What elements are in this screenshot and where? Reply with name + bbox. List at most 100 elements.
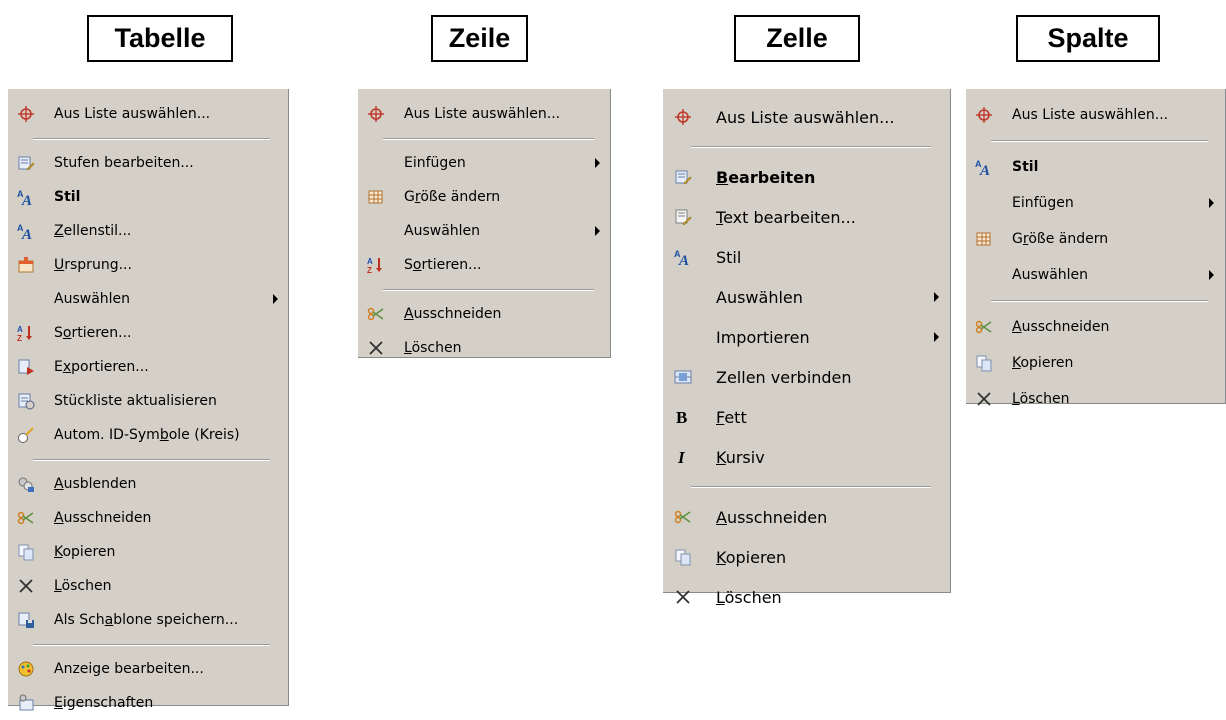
menu-item-aus-liste-auswählen[interactable]: Aus Liste auswählen... bbox=[966, 97, 1225, 133]
crosshair-icon bbox=[367, 105, 385, 123]
menu-item-sortieren[interactable]: A Z Sortieren... bbox=[8, 316, 288, 350]
menu-item-zellen-verbinden[interactable]: Zellen verbinden bbox=[663, 357, 950, 397]
menu-separator bbox=[33, 644, 270, 646]
menu-item-label: Autom. ID-Symbole (Kreis) bbox=[54, 427, 240, 443]
menu-item-kopieren[interactable]: Kopieren bbox=[663, 537, 950, 577]
submenu-arrow-icon bbox=[934, 292, 939, 302]
style-icon: AA bbox=[975, 158, 993, 176]
sort-icon: AZ bbox=[367, 256, 385, 274]
menu-item-stil[interactable]: A A Stil bbox=[663, 237, 950, 277]
style-icon: AA bbox=[674, 248, 692, 266]
menu-item-stufen-bearbeiten[interactable]: Stufen bearbeiten... bbox=[8, 146, 288, 180]
cut-icon bbox=[674, 508, 692, 526]
menu-item-auswählen[interactable]: Auswählen bbox=[966, 257, 1225, 293]
menu-item-label: Größe ändern bbox=[404, 189, 501, 205]
copy-icon bbox=[975, 354, 993, 372]
menu-item-zellenstil[interactable]: A A Zellenstil... bbox=[8, 214, 288, 248]
menu-item-fett[interactable]: B Fett bbox=[663, 397, 950, 437]
menu-item-auswählen[interactable]: Auswählen bbox=[8, 282, 288, 316]
menu-item-löschen[interactable]: Löschen bbox=[663, 577, 950, 617]
menu-item-löschen[interactable]: Löschen bbox=[8, 569, 288, 603]
balloon-icon bbox=[17, 426, 35, 444]
crosshair-icon bbox=[17, 105, 35, 123]
menu-item-einfügen[interactable]: Einfügen bbox=[966, 185, 1225, 221]
crosshair-icon bbox=[674, 108, 692, 126]
menu-item-label: Sortieren... bbox=[54, 325, 132, 341]
menu-item-ausblenden[interactable]: Ausblenden bbox=[8, 467, 288, 501]
menu-item-stückliste-aktualisieren[interactable]: Stückliste aktualisieren bbox=[8, 384, 288, 418]
menu-item-ausschneiden[interactable]: Ausschneiden bbox=[8, 501, 288, 535]
menu-item-label: Ausschneiden bbox=[54, 510, 152, 526]
delete-icon bbox=[975, 390, 993, 408]
menu-item-label: Kopieren bbox=[1012, 355, 1074, 371]
menu-item-anzeige-bearbeiten[interactable]: Anzeige bearbeiten... bbox=[8, 652, 288, 686]
menu-item-kopieren[interactable]: Kopieren bbox=[966, 345, 1225, 381]
style-icon: AA bbox=[17, 188, 35, 206]
sort-icon: AZ bbox=[17, 324, 35, 342]
menu-item-label: Auswählen bbox=[1012, 267, 1089, 283]
svg-text:I: I bbox=[677, 448, 686, 466]
menu-item-ausschneiden[interactable]: Ausschneiden bbox=[966, 309, 1225, 345]
menu-item-kursiv[interactable]: I Kursiv bbox=[663, 437, 950, 477]
submenu-arrow-icon bbox=[1209, 270, 1214, 280]
menu-item-importieren[interactable]: Importieren bbox=[663, 317, 950, 357]
menu-item-exportieren[interactable]: Exportieren... bbox=[8, 350, 288, 384]
copy-icon bbox=[674, 548, 692, 566]
menu-item-label: Stil bbox=[1012, 159, 1039, 175]
copy-icon bbox=[17, 543, 35, 561]
menu-item-text-bearbeiten[interactable]: Text bearbeiten... bbox=[663, 197, 950, 237]
menu-item-stil[interactable]: A A Stil bbox=[966, 149, 1225, 185]
menu-item-aus-liste-auswählen[interactable]: Aus Liste auswählen... bbox=[663, 97, 950, 137]
menu-item-label: Stil bbox=[716, 247, 742, 267]
menu-item-label: Aus Liste auswählen... bbox=[1012, 107, 1169, 123]
menu-item-als-schablone-speichern[interactable]: Als Schablone speichern... bbox=[8, 603, 288, 637]
menu-item-größe-ändern[interactable]: Größe ändern bbox=[358, 180, 610, 214]
edit-levels-icon bbox=[17, 154, 35, 172]
menu-item-label: Anzeige bearbeiten... bbox=[54, 661, 204, 677]
edit-levels-icon bbox=[674, 168, 692, 186]
menu-zelle: Aus Liste auswählen... Bearbeiten Text bea… bbox=[663, 89, 951, 607]
menu-spalte: Aus Liste auswählen... A A Stil Einfügen Größ… bbox=[966, 89, 1226, 407]
menu-item-kopieren[interactable]: Kopieren bbox=[8, 535, 288, 569]
menu-item-einfügen[interactable]: Einfügen bbox=[358, 146, 610, 180]
menu-item-auswählen[interactable]: Auswählen bbox=[358, 214, 610, 248]
svg-text:A: A bbox=[678, 253, 689, 266]
menu-item-bearbeiten[interactable]: Bearbeiten bbox=[663, 157, 950, 197]
update-bom-icon bbox=[17, 392, 35, 410]
crosshair-icon bbox=[975, 106, 993, 124]
menu-item-label: Eigenschaften bbox=[54, 695, 154, 711]
menu-item-löschen[interactable]: Löschen bbox=[358, 331, 610, 365]
menu-item-label: Ausschneiden bbox=[716, 507, 828, 527]
resize-icon bbox=[367, 188, 385, 206]
menu-item-label: Text bearbeiten... bbox=[716, 207, 856, 227]
menu-item-label: Sortieren... bbox=[404, 257, 482, 273]
menu-item-label: Kursiv bbox=[716, 447, 765, 467]
menu-item-autom-id-symbole-kreis[interactable]: Autom. ID-Symbole (Kreis) bbox=[8, 418, 288, 452]
title-tabelle: Tabelle bbox=[87, 15, 233, 62]
cut-icon bbox=[17, 509, 35, 527]
submenu-arrow-icon bbox=[1209, 198, 1214, 208]
cut-icon bbox=[975, 318, 993, 336]
menu-item-stil[interactable]: A A Stil bbox=[8, 180, 288, 214]
menu-item-label: Ausschneiden bbox=[1012, 319, 1110, 335]
menu-item-ausschneiden[interactable]: Ausschneiden bbox=[663, 497, 950, 537]
menu-item-aus-liste-auswählen[interactable]: Aus Liste auswählen... bbox=[8, 97, 288, 131]
menu-item-größe-ändern[interactable]: Größe ändern bbox=[966, 221, 1225, 257]
submenu-arrow-icon bbox=[273, 294, 278, 304]
menu-item-ursprung[interactable]: Ursprung... bbox=[8, 248, 288, 282]
export-icon bbox=[17, 358, 35, 376]
menu-item-auswählen[interactable]: Auswählen bbox=[663, 277, 950, 317]
menu-item-eigenschaften[interactable]: Eigenschaften bbox=[8, 686, 288, 720]
delete-icon bbox=[17, 577, 35, 595]
menu-item-ausschneiden[interactable]: Ausschneiden bbox=[358, 297, 610, 331]
svg-text:B: B bbox=[676, 408, 687, 426]
cut-icon bbox=[367, 305, 385, 323]
menu-item-aus-liste-auswählen[interactable]: Aus Liste auswählen... bbox=[358, 97, 610, 131]
hide-icon bbox=[17, 475, 35, 493]
italic-icon: I bbox=[674, 448, 692, 466]
menu-item-label: Auswählen bbox=[404, 223, 481, 239]
menu-item-sortieren[interactable]: A Z Sortieren... bbox=[358, 248, 610, 282]
menu-item-label: Zellenstil... bbox=[54, 223, 132, 239]
menu-item-löschen[interactable]: Löschen bbox=[966, 381, 1225, 417]
style-icon: AA bbox=[17, 222, 35, 240]
